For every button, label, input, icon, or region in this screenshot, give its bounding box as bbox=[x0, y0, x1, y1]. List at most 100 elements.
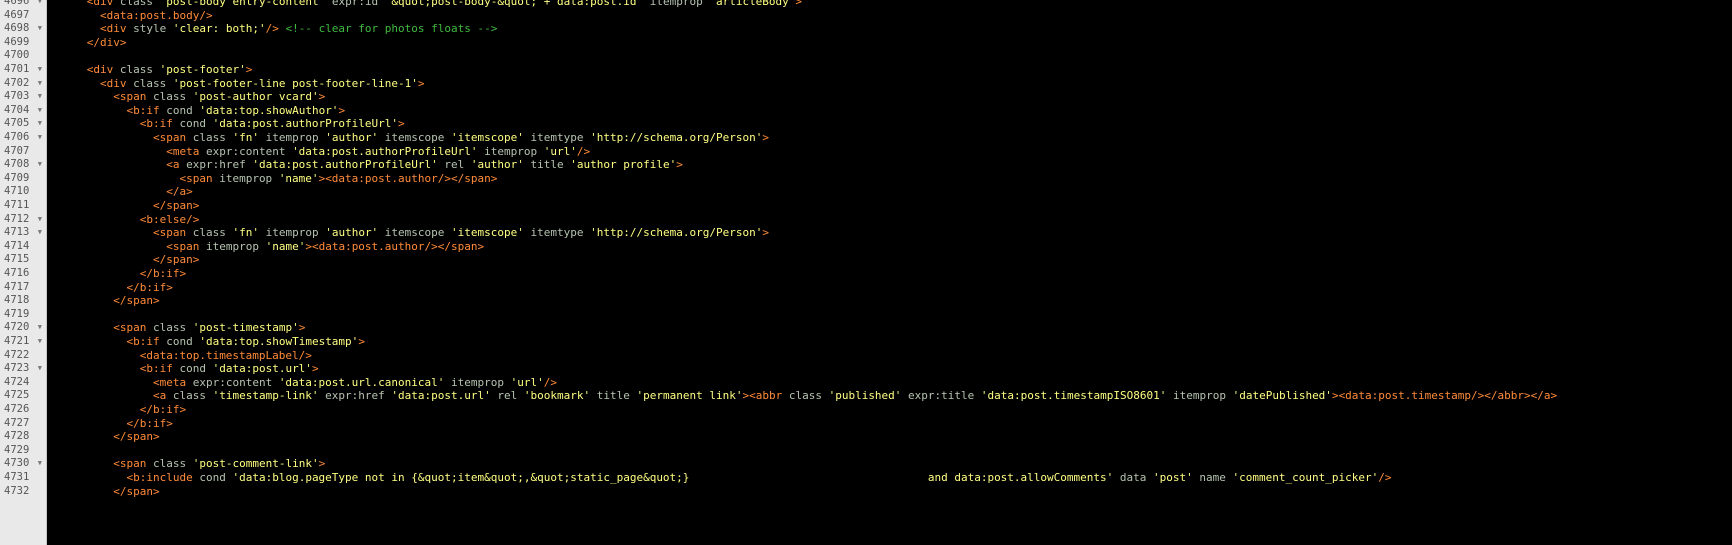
code-token-tag: <a bbox=[166, 158, 187, 172]
code-token-tag: </b:if> bbox=[139, 267, 187, 280]
code-token-attr: class bbox=[172, 389, 213, 403]
code-token-tag: > bbox=[762, 131, 769, 144]
code-token-tag: <data:post.author/> bbox=[311, 239, 438, 253]
line-number-gutter: 4696 ▼ 4697 4698 ▼ 4699 4700 4701 ▼ 4702 ▼ 4703 ▼ 470… bbox=[0, 0, 47, 545]
code-line[interactable]: </span> bbox=[47, 293, 159, 308]
code-token-val: '&quot;post-body-&quot; + data:post.id' bbox=[384, 0, 644, 8]
code-line[interactable]: </span> bbox=[47, 429, 160, 444]
code-token-tag: > bbox=[1331, 389, 1339, 403]
code-token-tag: <div bbox=[99, 22, 134, 36]
code-token-tag: </abbr> bbox=[1484, 389, 1531, 403]
code-token-attr: class bbox=[152, 457, 193, 471]
code-token-tag: </span> bbox=[113, 430, 160, 444]
code-token-attr: itemscope bbox=[378, 226, 452, 240]
code-token-tag: > bbox=[318, 90, 326, 104]
code-token-tag: <data:post.body/> bbox=[99, 8, 213, 22]
code-token-tag: > bbox=[795, 0, 803, 8]
code-token-tag: > bbox=[762, 226, 769, 240]
code-token-attr: style bbox=[133, 22, 173, 36]
code-line[interactable]: </div> bbox=[47, 35, 127, 50]
code-token-val: 'data:blog.pageType not in {&quot;item&q… bbox=[232, 471, 1114, 484]
code-token-attr: expr:title bbox=[901, 389, 981, 403]
code-editor[interactable]: 4696 ▼ 4697 4698 ▼ 4699 4700 4701 ▼ 4702 ▼ 4703 ▼ 470… bbox=[0, 0, 1732, 545]
code-token-val: 'published' bbox=[828, 389, 902, 403]
code-token-tag: /> bbox=[543, 375, 557, 389]
code-token-tag: <b:if bbox=[139, 117, 180, 131]
code-token-tag: <meta bbox=[152, 375, 193, 389]
code-line[interactable]: <b:include cond 'data:blog.pageType not … bbox=[47, 470, 1391, 485]
code-token-val: 'clear: both;' bbox=[172, 22, 266, 36]
code-line[interactable]: </span> bbox=[47, 484, 160, 499]
code-token-tag: </span> bbox=[152, 199, 200, 212]
code-token-tag: > bbox=[298, 321, 306, 335]
code-token-attr: expr:href bbox=[318, 389, 392, 403]
code-token-val: 'post-timestamp' bbox=[192, 321, 299, 335]
code-token-tag: </span> bbox=[152, 253, 200, 267]
code-token-val: 'author' bbox=[325, 131, 379, 144]
code-token-tag: </span> bbox=[437, 239, 485, 253]
code-token-attr: cond bbox=[166, 103, 200, 117]
code-token-tag: > bbox=[245, 63, 253, 76]
code-token-tag: /> bbox=[576, 144, 591, 158]
code-token-val: 'datePublished' bbox=[1232, 389, 1332, 403]
code-token-tag: /> bbox=[1378, 471, 1392, 484]
code-token-tag: <b:if bbox=[126, 103, 167, 117]
code-token-attr: class bbox=[133, 76, 173, 90]
code-token-attr: class bbox=[152, 321, 193, 335]
code-token-val: 'post-footer-line post-footer-line-1' bbox=[172, 76, 418, 90]
code-token-attr: itemtype bbox=[523, 131, 591, 144]
code-token-tag: <span bbox=[166, 239, 206, 253]
code-area[interactable]: <div class 'post-body entry-content' exp… bbox=[47, 0, 1732, 545]
code-token-attr: class bbox=[192, 226, 233, 240]
code-token-attr: rel bbox=[437, 158, 471, 172]
code-token-attr: expr:content bbox=[192, 375, 279, 389]
code-token-tag: > bbox=[398, 117, 405, 131]
code-token-attr: name bbox=[1192, 471, 1233, 484]
code-token-val: 'bookmark' bbox=[523, 389, 591, 403]
code-token-tag: </span> bbox=[113, 484, 160, 498]
code-token-attr: class bbox=[788, 389, 829, 403]
code-token-tag: <b:if bbox=[126, 335, 167, 348]
code-line[interactable]: <a class 'timestamp-link' expr:href 'dat… bbox=[47, 388, 1557, 403]
code-token-tag: > bbox=[318, 457, 326, 471]
code-token-tag: </a> bbox=[166, 185, 193, 199]
code-token-tag: <span bbox=[179, 171, 220, 185]
code-token-tag: <b:if bbox=[139, 362, 180, 376]
code-token-val: 'url' bbox=[543, 144, 577, 158]
code-token-val: 'data:post.authorProfileUrl' bbox=[212, 117, 399, 131]
code-token-tag: <span bbox=[113, 90, 153, 104]
code-token-val: 'data:post.url.canonical' bbox=[278, 375, 445, 389]
code-token-tag: <data:post.timestamp/> bbox=[1338, 389, 1485, 403]
code-token-val: 'data:top.showTimestamp' bbox=[199, 335, 359, 348]
code-token-val: 'fn' bbox=[232, 226, 259, 240]
code-token-tag: </b:if> bbox=[126, 280, 173, 294]
code-token-attr: itemprop bbox=[477, 144, 544, 158]
code-token-attr: title bbox=[590, 389, 637, 403]
code-token-tag: <a bbox=[152, 389, 173, 403]
code-token-val: 'url' bbox=[510, 375, 544, 389]
code-token-val: 'post-footer' bbox=[159, 63, 246, 76]
code-token-attr: itemtype bbox=[523, 226, 591, 240]
code-token-val: 'author profile' bbox=[570, 158, 677, 172]
code-token-val: 'articleBody' bbox=[709, 0, 796, 8]
